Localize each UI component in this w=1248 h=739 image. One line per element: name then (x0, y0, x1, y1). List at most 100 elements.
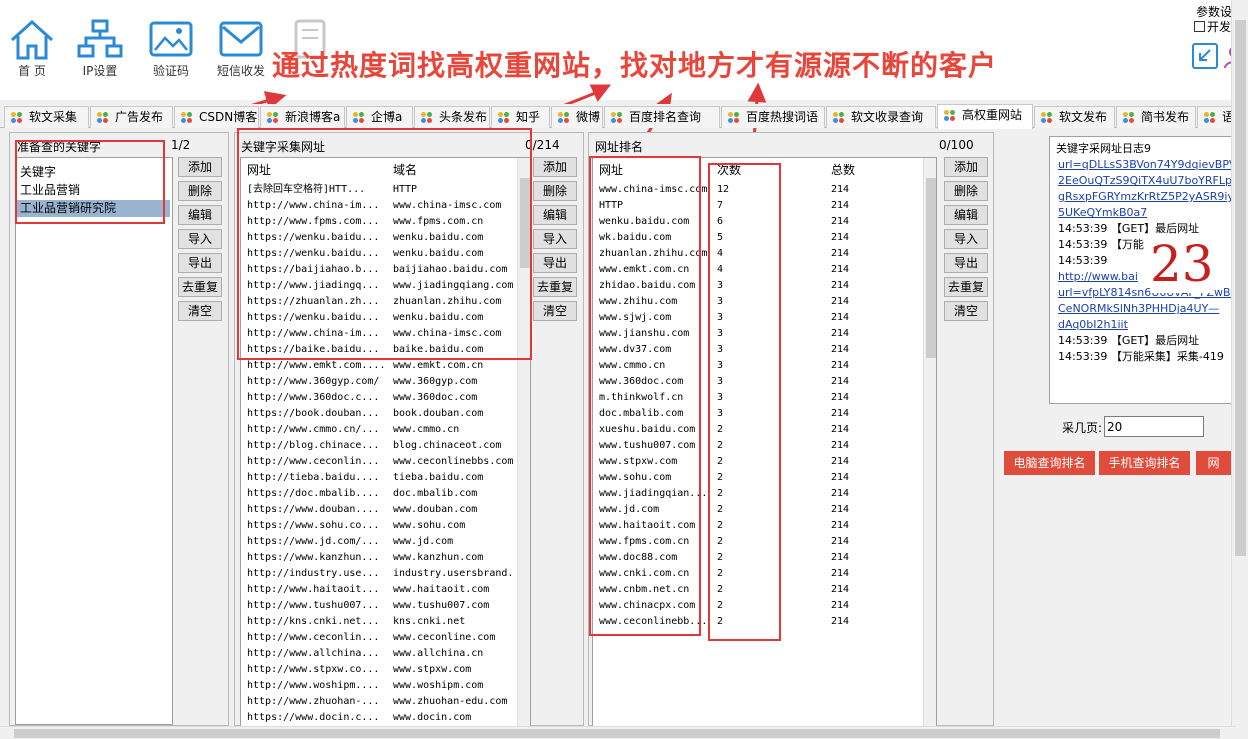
button-0[interactable]: 添加 (178, 157, 222, 177)
url-cell: http://www.360gyp.com/ (247, 376, 380, 387)
total-cell: 214 (831, 440, 850, 451)
domain-cell: kns.cnki.net (393, 616, 466, 627)
button-0[interactable]: 添加 (944, 157, 988, 177)
table-row[interactable]: http://blog.chinace... blog.chinaceot.com (241, 438, 517, 454)
domain-cell: tieba.baidu.com (393, 472, 484, 483)
tab-12[interactable]: 软文发布 (1034, 106, 1115, 128)
domain-cell: book.douban.com (393, 408, 484, 419)
url-cell: http://www.haitaoit... (247, 584, 380, 595)
tab-3[interactable]: 新浪博客a (260, 106, 345, 128)
button-6[interactable]: 清空 (944, 301, 988, 321)
table-row[interactable]: http://www.allchina... www.allchina.cn (241, 646, 517, 662)
table-row[interactable]: http://www.cmmo.cn/... www.cmmo.cn (241, 422, 517, 438)
ranking-scrollbar[interactable] (923, 158, 936, 726)
tab-0[interactable]: 软文采集 (4, 106, 89, 128)
button-3[interactable]: 导入 (533, 229, 577, 249)
button-0[interactable]: 添加 (533, 157, 577, 177)
button-5[interactable]: 去重复 (533, 277, 577, 297)
url-cell: http://industry.use... (247, 568, 380, 579)
table-row[interactable]: https://www.docin.c... www.docin.com (241, 710, 517, 726)
url-cell: https://www.kanzhun... (247, 552, 380, 563)
pc-ranking-button[interactable]: 电脑查询排名 (1004, 451, 1095, 475)
table-row[interactable]: https://www.douban.... www.douban.com (241, 502, 517, 518)
table-row[interactable]: http://www.ceconlin... www.ceconline.com (241, 630, 517, 646)
table-row[interactable]: https://www.kanzhun... www.kanzhun.com (241, 550, 517, 566)
domain-cell: www.cmmo.cn (393, 424, 460, 435)
table-row[interactable]: http://www.ceconlin... www.ceconlinebbs.c… (241, 454, 517, 470)
tab-label: 百度排名查询 (629, 110, 702, 124)
button-4[interactable]: 导出 (944, 253, 988, 273)
tab-icon (97, 112, 109, 124)
button-2[interactable]: 编辑 (944, 205, 988, 225)
total-cell: 214 (831, 184, 850, 195)
total-cell: 214 (831, 456, 850, 467)
domain-cell: www.stpxw.com (393, 664, 472, 675)
button-5[interactable]: 去重复 (178, 277, 222, 297)
table-row[interactable]: https://doc.mbalib.... doc.mbalib.com (241, 486, 517, 502)
main-scrollbar[interactable] (1231, 0, 1248, 726)
tab-label: 企博a (371, 110, 403, 124)
button-1[interactable]: 删除 (178, 181, 222, 201)
table-row[interactable]: http://www.haitaoit... www.haitaoit.com (241, 582, 517, 598)
log-panel[interactable]: 关键字采网址日志9 url=qDLLsS3BVon74Y9dqievBPVEc 2… (1049, 136, 1248, 404)
table-row[interactable]: http://www.emkt.com.... www.emkt.com.cn (241, 358, 517, 374)
log-link[interactable]: CeNORMkSlNh3PHHDja4UY— (1058, 301, 1247, 317)
pages-input[interactable] (1104, 416, 1204, 437)
table-row[interactable]: http://kns.cnki.net... kns.cnki.net (241, 614, 517, 630)
url-cell: https://www.douban.... (247, 504, 380, 515)
table-row[interactable]: https://www.jd.com/... www.jd.com (241, 534, 517, 550)
tab-8[interactable]: 百度排名查询 (604, 106, 720, 128)
table-row[interactable]: http://industry.use... industry.usersbran… (241, 566, 517, 582)
button-6[interactable]: 清空 (178, 301, 222, 321)
url-cell: http://www.ceconlin... (247, 456, 380, 467)
button-3[interactable]: 导入 (178, 229, 222, 249)
tab-label: 软文采集 (29, 110, 78, 124)
total-cell: 214 (831, 376, 850, 387)
table-row[interactable]: http://www.360doc.c... www.360doc.com (241, 390, 517, 406)
button-2[interactable]: 编辑 (533, 205, 577, 225)
log-link[interactable]: dAq0bI2h1iit (1058, 317, 1247, 333)
tab-9[interactable]: 百度热搜词语 (721, 106, 825, 128)
more-button[interactable]: 网 (1196, 451, 1231, 475)
total-cell: 214 (831, 616, 850, 627)
button-4[interactable]: 导出 (178, 253, 222, 273)
button-1[interactable]: 删除 (533, 181, 577, 201)
total-cell: 214 (831, 344, 850, 355)
table-row[interactable]: http://www.360gyp.com/www.360gyp.com (241, 374, 517, 390)
table-row[interactable]: http://www.stpxw.co... www.stpxw.com (241, 662, 517, 678)
tab-13[interactable]: 简书发布 (1116, 106, 1196, 128)
tab-5[interactable]: 头条发布 (414, 106, 490, 128)
log-link[interactable]: url=qDLLsS3BVon74Y9dqievBPVEc (1058, 157, 1247, 173)
log-link[interactable]: 2EeOuQTzS9QiTX4uU7boYRFLpEY5k (1058, 173, 1247, 189)
button-2[interactable]: 编辑 (178, 205, 222, 225)
tab-icon (11, 112, 23, 124)
domain-cell: www.jd.com (393, 536, 454, 547)
button-6[interactable]: 清空 (533, 301, 577, 321)
tab-10[interactable]: 软文收录查询 (826, 106, 936, 128)
tab-11[interactable]: 高权重网站 (937, 104, 1033, 129)
keywords-list[interactable]: 关键字 工业品营销 工业品营销研究院 (15, 157, 173, 725)
table-row[interactable]: http://www.zhuohan-... www.zhuohan-edu.co… (241, 694, 517, 710)
mobile-ranking-button[interactable]: 手机查询排名 (1099, 451, 1190, 475)
tab-2[interactable]: CSDN博客 (174, 106, 259, 128)
button-5[interactable]: 去重复 (944, 277, 988, 297)
button-3[interactable]: 导入 (944, 229, 988, 249)
table-row[interactable]: https://book.douban... book.douban.com (241, 406, 517, 422)
log-link[interactable]: 5UKeQYmkB0a7 (1058, 205, 1247, 221)
button-1[interactable]: 删除 (944, 181, 988, 201)
table-row[interactable]: http://www.tushu007... www.tushu007.com (241, 598, 517, 614)
tab-6[interactable]: 知乎 (491, 106, 550, 128)
table-row[interactable]: http://www.woshipm.... www.woshipm.com (241, 678, 517, 694)
log-line: 14:53:39 【万能采集】采集-419 (1058, 350, 1224, 363)
log-link[interactable]: gRsxpFGRYmzKrRtZ5P2yASR9iyuar (1058, 189, 1247, 205)
tab-7[interactable]: 微博 (551, 106, 603, 128)
url-cell: https://www.jd.com/... (247, 536, 380, 547)
domain-cell: www.tushu007.com (393, 600, 490, 611)
tab-4[interactable]: 企博a (346, 106, 413, 128)
tab-1[interactable]: 广告发布 (90, 106, 173, 128)
horizontal-scrollbar[interactable] (0, 726, 1236, 739)
table-row[interactable]: http://tieba.baidu.... tieba.baidu.com (241, 470, 517, 486)
table-row[interactable]: https://www.sohu.co... www.sohu.com (241, 518, 517, 534)
total-cell: 214 (831, 232, 850, 243)
button-4[interactable]: 导出 (533, 253, 577, 273)
